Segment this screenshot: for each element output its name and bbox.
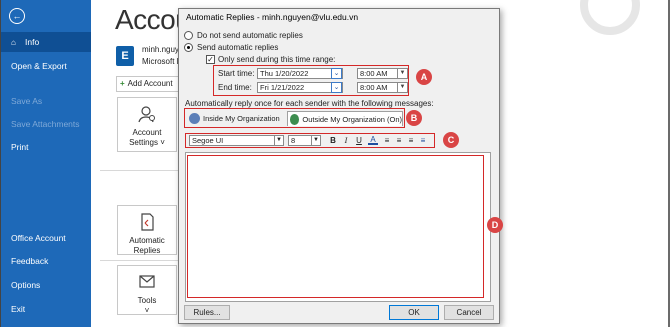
account-type: Microsoft E [142, 57, 183, 66]
tile-label: Replies [133, 246, 161, 255]
nav-options[interactable]: Options [0, 275, 91, 295]
window-border-left [0, 0, 1, 327]
time-range-group: Start time: Thu 1/20/2022 ⌄ 8:00 AM ▼ En… [213, 65, 409, 96]
start-time-select[interactable]: 8:00 AM ▼ [357, 68, 408, 79]
add-account-button[interactable]: + Add Account [116, 76, 184, 92]
only-send-time-range-checkbox[interactable]: ✓ Only send during this time range: [206, 55, 335, 64]
formatting-toolbar: Segoe UI ▼ 8 ▼ B I U A ≡ ≡ ≡ ≡ [185, 133, 435, 148]
send-automatic-label: Send automatic replies [197, 43, 279, 52]
account-selector[interactable]: E minh.nguy Microsoft E [112, 43, 184, 73]
chevron-down-icon[interactable]: ▼ [274, 136, 283, 145]
account-settings-tile[interactable]: Account Settings ˅ [117, 97, 177, 152]
chevron-down-icon[interactable]: ⌄ [331, 68, 342, 79]
end-time-select[interactable]: 8:00 AM ▼ [357, 82, 408, 93]
home-icon: ⌂ [11, 38, 16, 47]
marker-b: B [406, 110, 422, 126]
decrease-indent-button[interactable]: ≡ [406, 135, 416, 146]
globe-icon [290, 113, 300, 125]
end-time-value: 8:00 AM [360, 83, 388, 92]
backstage-sidebar: ← ⌂ Info Open & Export Save As Save Attac… [0, 0, 91, 327]
plus-icon: + [120, 79, 125, 88]
tab-inside-organization[interactable]: Inside My Organization [187, 111, 285, 126]
numbering-button[interactable]: ≡ [394, 135, 404, 146]
ok-button[interactable]: OK [389, 305, 439, 320]
cancel-button[interactable]: Cancel [444, 305, 494, 320]
font-name-value: Segoe UI [192, 136, 224, 145]
nav-save-as[interactable]: Save As [0, 91, 91, 111]
automatic-replies-dialog: Automatic Replies - minh.nguyen@vlu.edu.… [178, 8, 503, 324]
tile-label: ˅ [144, 306, 150, 315]
radio-button-selected[interactable] [184, 43, 193, 52]
checkmark-icon[interactable]: ✓ [206, 55, 215, 64]
rules-button[interactable]: Rules... [184, 305, 230, 320]
font-color-button[interactable]: A [368, 135, 378, 145]
end-date-value: Fri 1/21/2022 [260, 83, 305, 92]
tools-tile[interactable]: Tools ˅ [117, 265, 177, 315]
nav-info-label: Info [25, 37, 40, 47]
marker-c: C [443, 132, 459, 148]
underline-button[interactable]: U [354, 135, 364, 146]
nav-open-export[interactable]: Open & Export [0, 56, 91, 76]
bullets-button[interactable]: ≡ [382, 135, 392, 146]
reply-instructions-label: Automatically reply once for each sender… [185, 99, 434, 108]
account-name: minh.nguy [142, 45, 179, 54]
nav-office-account[interactable]: Office Account [0, 228, 91, 248]
radio-button[interactable] [184, 31, 193, 40]
start-time-label: Start time: [218, 69, 255, 78]
nav-exit[interactable]: Exit [0, 299, 91, 319]
only-send-label: Only send during this time range: [218, 55, 336, 64]
tile-label: Account [132, 128, 162, 137]
do-not-send-option[interactable]: Do not send automatic replies [184, 31, 303, 40]
start-date-picker[interactable]: Thu 1/20/2022 ⌄ [257, 68, 343, 79]
nav-save-attachments[interactable]: Save Attachments [0, 114, 91, 134]
do-not-send-label: Do not send automatic replies [197, 31, 303, 40]
chevron-down-icon[interactable]: ⌄ [331, 82, 342, 93]
chevron-down-icon[interactable]: ▼ [311, 136, 320, 145]
increase-indent-button[interactable]: ≡ [418, 135, 428, 146]
automatic-replies-icon [141, 213, 154, 231]
tab-outside-organization[interactable]: Outside My Organization (On) [287, 111, 403, 126]
font-size-select[interactable]: 8 ▼ [288, 135, 321, 146]
nav-feedback[interactable]: Feedback [0, 251, 91, 271]
tab-inside-label: Inside My Organization [203, 114, 280, 123]
add-account-label: Add Account [127, 79, 173, 88]
nav-print[interactable]: Print [0, 137, 91, 157]
italic-button[interactable]: I [341, 135, 351, 146]
account-settings-icon [138, 106, 155, 123]
tools-icon [139, 275, 155, 288]
chevron-down-icon[interactable]: ▼ [397, 68, 407, 79]
dialog-title: Automatic Replies - minh.nguyen@vlu.edu.… [186, 12, 359, 22]
chevron-down-icon[interactable]: ▼ [397, 82, 407, 93]
send-automatic-option[interactable]: Send automatic replies [184, 43, 278, 52]
start-time-value: 8:00 AM [360, 69, 388, 78]
marker-a: A [416, 69, 432, 85]
tile-label: Automatic [129, 236, 165, 245]
divider [100, 260, 180, 261]
font-size-value: 8 [291, 136, 296, 145]
marker-d: D [487, 217, 503, 233]
automatic-replies-tile[interactable]: Automatic Replies [117, 205, 177, 255]
decorative-circle [580, 0, 640, 35]
end-time-label: End time: [218, 83, 252, 92]
back-arrow-icon[interactable]: ← [9, 8, 25, 24]
font-name-select[interactable]: Segoe UI ▼ [189, 135, 284, 146]
nav-info[interactable]: ⌂ Info [0, 32, 91, 52]
bold-button[interactable]: B [328, 135, 338, 146]
divider [100, 170, 180, 171]
people-icon [189, 113, 200, 124]
end-date-picker[interactable]: Fri 1/21/2022 ⌄ [257, 82, 343, 93]
tile-label: Settings ˅ [129, 138, 165, 147]
recipient-tabs-group: Inside My Organization Outside My Organi… [184, 108, 405, 128]
exchange-icon: E [116, 46, 134, 66]
start-date-value: Thu 1/20/2022 [260, 69, 309, 78]
tile-label: Tools [137, 296, 157, 305]
editor-highlight [187, 155, 484, 298]
tab-outside-label: Outside My Organization (On) [302, 114, 402, 124]
